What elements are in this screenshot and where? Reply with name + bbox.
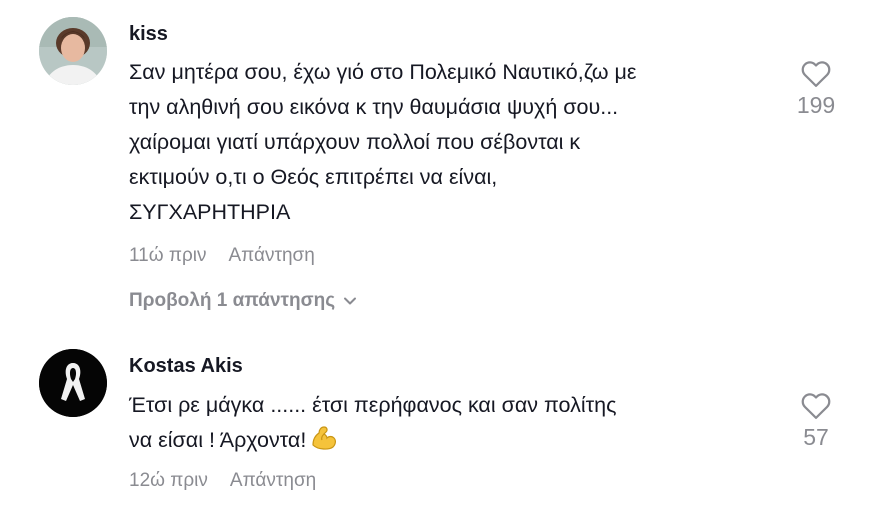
comment-text-line: Έτσι ρε μάγκα ...... έτσι περήφανος και … [129, 393, 617, 417]
chevron-down-icon [344, 297, 357, 305]
like-count: 199 [796, 92, 836, 118]
timestamp: 12ώ πριν [129, 470, 208, 491]
flexed-biceps-icon [310, 425, 338, 462]
comment-text: Έτσι ρε μάγκα ...... έτσι περήφανος και … [129, 388, 769, 462]
reply-button[interactable]: Απάντηση [230, 470, 316, 491]
username[interactable]: kiss [129, 23, 168, 46]
comment-meta: 11ώ πριν Απάντηση [129, 245, 315, 267]
view-replies-label: Προβολή 1 απάντησης [129, 290, 336, 311]
timestamp: 11ώ πριν [129, 245, 207, 266]
avatar[interactable] [39, 17, 107, 85]
comment-text: Σαν μητέρα σου, έχω γιό στο Πολεμικό Ναυ… [129, 55, 769, 230]
black-ribbon-icon [39, 349, 107, 417]
comment-text-line: χαίρομαι γιατί υπάρχουν πολλοί που σέβον… [129, 130, 581, 154]
username[interactable]: Kostas Akis [129, 355, 243, 378]
comment-text-line: να είσαι ! Άρχοντα! [129, 423, 769, 462]
comment-text-line: ΣΥΓΧΑΡΗΤΗΡΙΑ [129, 200, 291, 224]
comment-text-line: την αληθινή σου εικόνα κ την θαυμάσια ψυ… [129, 95, 619, 119]
avatar[interactable] [39, 349, 107, 417]
like-button[interactable]: 57 [790, 392, 842, 451]
heart-icon [801, 393, 831, 419]
comment-meta: 12ώ πριν Απάντηση [129, 470, 316, 492]
comment-text-line: εκτιμούν ο,τι ο Θεός επιτρέπει να είναι, [129, 165, 498, 189]
reply-button[interactable]: Απάντηση [228, 245, 314, 266]
like-count: 57 [803, 424, 829, 450]
heart-icon [801, 61, 831, 87]
like-button[interactable]: 199 [790, 60, 842, 119]
user-photo-icon [39, 17, 107, 85]
comment-text-fragment: να είσαι ! Άρχοντα! [129, 428, 307, 452]
comment-text-line: Σαν μητέρα σου, έχω γιό στο Πολεμικό Ναυ… [129, 60, 637, 84]
view-replies-button[interactable]: Προβολή 1 απάντησης [129, 290, 357, 312]
